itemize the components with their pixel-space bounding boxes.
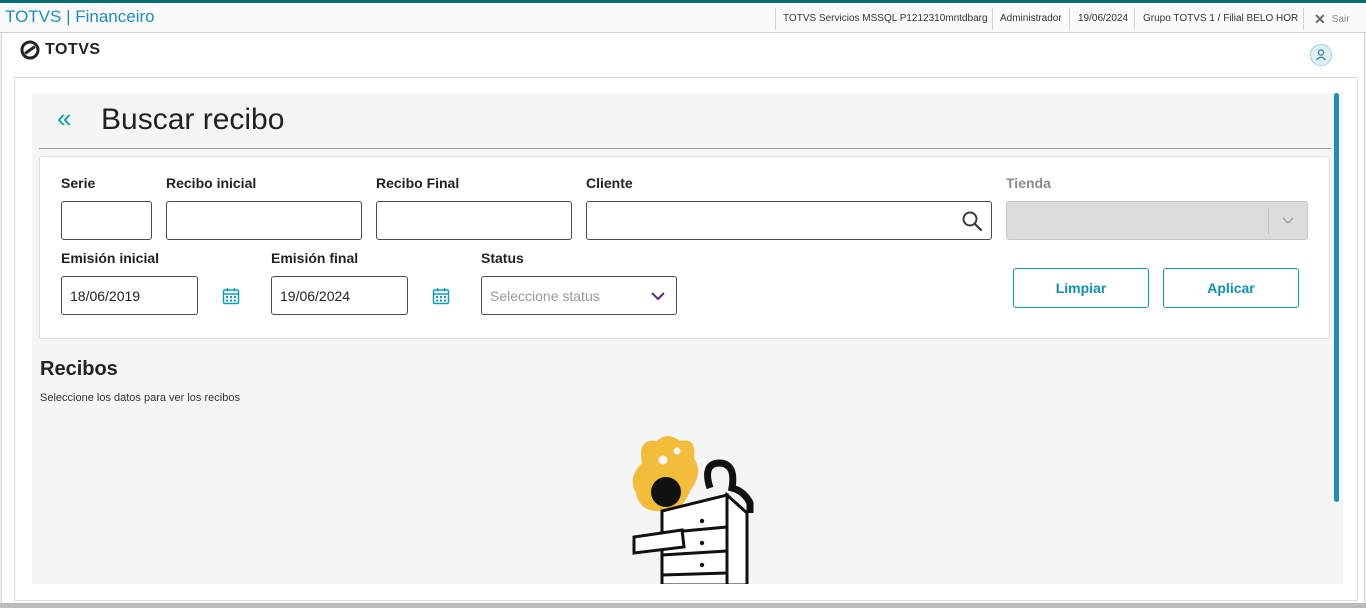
divider (1134, 8, 1135, 30)
user-label: Administrador (1000, 13, 1062, 24)
serie-label: Serie (61, 175, 96, 191)
divider (992, 8, 993, 30)
page-title: Buscar recibo (101, 103, 285, 136)
window-bottom-edge (0, 603, 1366, 608)
emision-inicial-value: 18/06/2019 (70, 288, 141, 304)
emision-inicial-label: Emisión inicial (61, 250, 160, 266)
close-icon: ✕ (1314, 10, 1326, 27)
results-title: Recibos (40, 358, 118, 380)
content-container: « Buscar recibo Serie Recibo inicial Rec… (14, 77, 1358, 601)
apply-button[interactable]: Aplicar (1163, 268, 1299, 308)
emision-final-label: Emisión final (271, 250, 359, 266)
serie-input[interactable] (61, 201, 152, 240)
recibo-final-label: Recibo Final (376, 175, 460, 191)
app-shell: TOTVS « Buscar recibo Serie Recibo inici… (1, 33, 1365, 605)
search-icon[interactable] (961, 210, 983, 232)
environment-label: TOTVS Servicios MSSQL P1212310mntdbarg (783, 13, 988, 24)
divider (1268, 208, 1269, 234)
date-label: 19/06/2024 (1078, 13, 1129, 24)
window-titlebar: TOTVS | Financeiro TOTVS Servicios MSSQL… (0, 0, 1366, 33)
emision-final-value: 19/06/2024 (280, 288, 351, 304)
totvs-logo-icon (20, 40, 40, 60)
calendar-icon[interactable] (432, 287, 450, 305)
exit-button[interactable]: ✕ Sair (1314, 8, 1350, 30)
tienda-label: Tienda (1006, 175, 1051, 191)
recibo-inicial-input[interactable] (166, 201, 362, 240)
cliente-input[interactable] (586, 201, 992, 240)
results-subtitle: Seleccione los datos para ver los recibo… (40, 392, 240, 404)
chevron-down-icon (651, 292, 665, 301)
user-avatar-button[interactable] (1310, 44, 1332, 66)
app-title: TOTVS | Financeiro (5, 7, 155, 26)
main-panel: « Buscar recibo Serie Recibo inicial Rec… (32, 93, 1343, 584)
branch-label: Grupo TOTVS 1 / Filial BELO HOR (1143, 13, 1299, 24)
status-label: Status (481, 250, 524, 266)
empty-state-illustration (632, 436, 754, 584)
cliente-label: Cliente (586, 175, 633, 191)
divider (1303, 8, 1304, 30)
totvs-logo: TOTVS (20, 40, 101, 60)
user-icon (1316, 49, 1326, 61)
status-placeholder: Seleccione status (490, 288, 600, 304)
emision-inicial-input[interactable]: 18/06/2019 (61, 276, 198, 315)
tienda-select (1006, 201, 1308, 240)
filter-card: Serie Recibo inicial Recibo Final Client… (39, 156, 1330, 339)
divider (775, 8, 776, 30)
emision-final-input[interactable]: 19/06/2024 (271, 276, 408, 315)
vertical-scrollbar[interactable] (1334, 93, 1339, 502)
divider (1069, 8, 1070, 30)
clear-button[interactable]: Limpiar (1013, 268, 1149, 308)
logo-text: TOTVS (45, 41, 101, 58)
title-divider (39, 148, 1331, 149)
status-select[interactable]: Seleccione status (481, 276, 677, 315)
chevron-down-icon (1282, 217, 1294, 224)
back-button[interactable]: « (57, 103, 71, 133)
calendar-icon[interactable] (222, 287, 240, 305)
recibo-inicial-label: Recibo inicial (166, 175, 257, 191)
exit-label: Sair (1331, 13, 1350, 25)
recibo-final-input[interactable] (376, 201, 572, 240)
